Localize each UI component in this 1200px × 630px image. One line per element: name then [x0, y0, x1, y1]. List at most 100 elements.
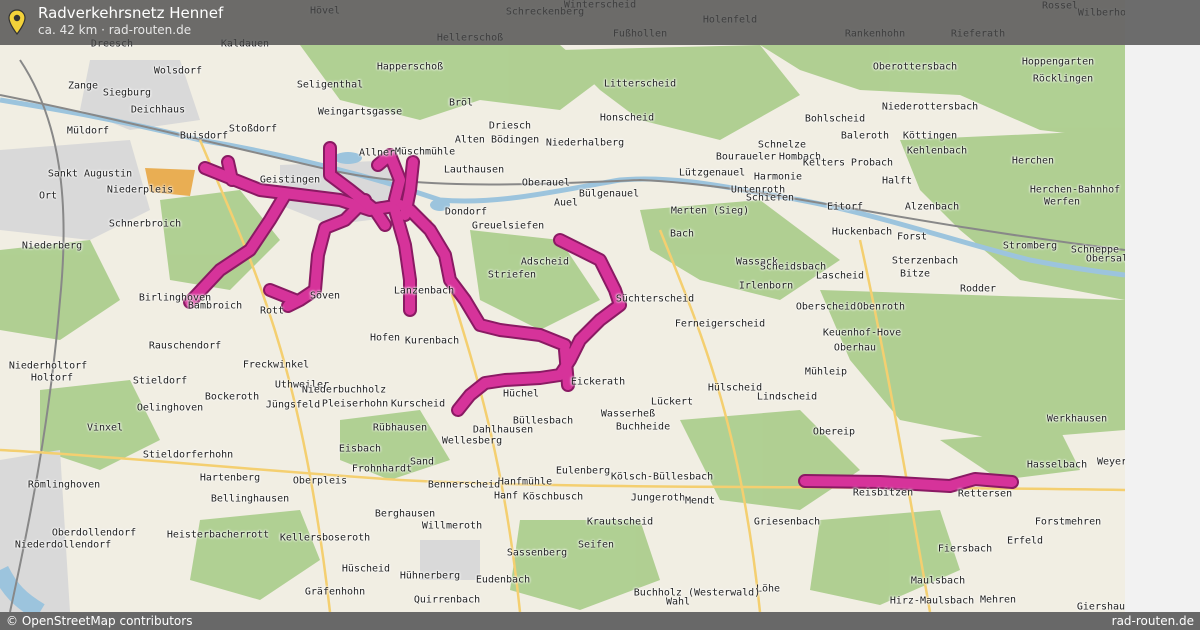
place-label: Kellersboseroth — [279, 532, 371, 544]
place-label: Hirz-Maulsbach — [889, 595, 975, 607]
place-label: Bohlscheid — [804, 113, 866, 125]
place-label: Ort — [38, 190, 58, 202]
place-label: Pleiserhohn — [321, 398, 389, 410]
place-label: Frohnhardt — [351, 463, 413, 475]
place-label: Weyer — [1096, 456, 1125, 468]
place-label: Hüscheid — [341, 563, 391, 575]
side-panel — [1125, 45, 1200, 612]
place-label: Eickerath — [570, 376, 626, 388]
place-label: Hülscheid — [707, 382, 763, 394]
place-label: Striefen — [487, 269, 537, 281]
place-label: Herchen — [1011, 155, 1055, 167]
place-label: Eudenbach — [475, 574, 531, 586]
place-label: Sassenberg — [506, 547, 568, 559]
place-label: Stieldorf — [132, 375, 188, 387]
place-label: Werfen — [1043, 196, 1081, 208]
place-label: Oberscheid — [795, 301, 857, 313]
place-label: Köttingen — [902, 130, 958, 142]
place-label: Huckenbach — [831, 226, 893, 238]
place-label: Bülgenauel — [578, 188, 640, 200]
place-label: Obenroth — [856, 301, 906, 313]
place-label: Seifen — [577, 539, 615, 551]
place-label: Geistingen — [259, 174, 321, 186]
place-label: Köschbusch — [522, 491, 584, 503]
place-label: Driesch — [488, 120, 532, 132]
route-subtitle: ca. 42 km · rad-routen.de — [38, 23, 192, 37]
place-label: Schnerbroich — [108, 218, 182, 230]
place-label: Sankt Augustin — [47, 168, 133, 180]
place-label: Stieldorferhohn — [142, 449, 234, 461]
place-label: Buisdorf — [179, 130, 229, 142]
place-label: Bennerscheid — [427, 479, 501, 491]
place-label: Litterscheid — [603, 78, 677, 90]
place-label: Werkhausen — [1046, 413, 1108, 425]
map-pin-icon — [8, 9, 26, 39]
place-label: Auel — [553, 197, 579, 209]
place-label: Lauthausen — [443, 164, 505, 176]
place-label: Hanfmühle — [497, 476, 553, 488]
place-label: Niederholtorf — [8, 360, 88, 372]
place-label: Hüchel — [502, 388, 540, 400]
place-label: Hanf — [493, 490, 519, 502]
place-label: Eulenberg — [555, 465, 611, 477]
place-label: Niederberg — [21, 240, 83, 252]
footer-bar: © OpenStreetMap contributors rad-routen.… — [0, 612, 1200, 630]
place-label: Niederdollendorf — [14, 539, 112, 551]
place-label: Erfeld — [1006, 535, 1044, 547]
osm-attribution-link[interactable]: © OpenStreetMap contributors — [6, 614, 192, 628]
place-label: Sterzenbach — [891, 255, 959, 267]
place-label: Willmeroth — [421, 520, 483, 532]
place-label: Niederpleis — [106, 184, 174, 196]
place-label: Hartenberg — [199, 472, 261, 484]
place-label: Süchterscheid — [615, 293, 695, 305]
place-label: Harmonie — [753, 171, 803, 183]
place-label: Griesenbach — [753, 516, 821, 528]
place-label: Keuenhof-Hove — [822, 327, 902, 339]
place-label: Obereip — [812, 426, 856, 438]
place-label: Hühnerberg — [399, 570, 461, 582]
place-label: Hoppengarten — [1021, 56, 1095, 68]
place-label: Greuelsiefen — [471, 220, 545, 232]
place-label: Fiersbach — [937, 543, 993, 555]
place-label: Mendt — [684, 495, 716, 507]
place-label: Lascheid — [815, 270, 865, 282]
place-label: Merten (Sieg) — [670, 205, 750, 217]
place-label: Gräfenhohn — [304, 586, 366, 598]
place-label: Bröl — [448, 97, 474, 109]
place-label: Röcklingen — [1032, 73, 1094, 85]
place-label: Bockeroth — [204, 391, 260, 403]
place-label: Schnelze — [757, 139, 807, 151]
place-label: Stoßdorf — [228, 123, 278, 135]
map-layer — [0, 45, 1125, 612]
place-label: Vinxel — [86, 422, 124, 434]
place-label: Halft — [881, 175, 913, 187]
place-label: Holtorf — [30, 372, 74, 384]
place-label: Forst — [896, 231, 928, 243]
place-label: Quirrenbach — [413, 594, 481, 606]
place-label: Rettersen — [957, 488, 1013, 500]
place-label: Bellinghausen — [210, 493, 290, 505]
place-label: Berghausen — [374, 508, 436, 520]
place-label: Oberpleis — [292, 475, 348, 487]
place-label: Heisterbacherrott — [166, 529, 270, 541]
map-canvas[interactable]: WinterscheidSchreckenbergHövelRosselWilb… — [0, 0, 1125, 612]
route-title: Radverkehrsnetz Hennef — [38, 4, 224, 22]
place-label: Freckwinkel — [242, 359, 310, 371]
place-label: Oberottersbach — [872, 61, 958, 73]
place-label: Müschmühle — [394, 146, 456, 158]
place-label: Kurenbach — [404, 335, 460, 347]
place-label: Hasselbach — [1026, 459, 1088, 471]
place-label: Müldorf — [66, 125, 110, 137]
place-label: Alten Bödingen — [454, 134, 540, 146]
brand-link[interactable]: rad-routen.de — [1112, 614, 1194, 628]
place-label: Hofen — [369, 332, 401, 344]
place-label: Rauschendorf — [148, 340, 222, 352]
place-label: Lückert — [650, 396, 694, 408]
place-label: Alzenbach — [904, 201, 960, 213]
place-label: Bambroich — [187, 300, 243, 312]
place-label: Schiefen — [745, 192, 795, 204]
place-label: Buchholz (Westerwald) — [633, 587, 761, 599]
place-label: Eisbach — [338, 443, 382, 455]
place-label: Weingartsgasse — [317, 106, 403, 118]
place-label: Rübhausen — [372, 422, 428, 434]
